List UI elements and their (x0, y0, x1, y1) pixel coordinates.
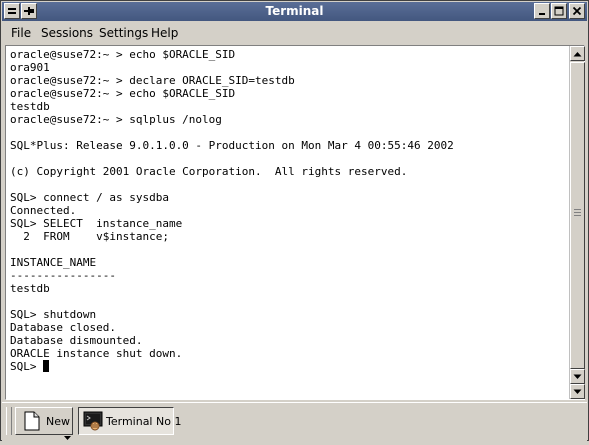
terminal-line: ora901 (10, 61, 50, 74)
scrollbar-thumb[interactable] (570, 62, 585, 369)
terminal-area[interactable]: oracle@suse72:~ > echo $ORACLE_SID ora901… (5, 45, 585, 400)
menu-sessions[interactable]: Sessions (41, 22, 93, 44)
minimize-icon[interactable] (534, 3, 550, 19)
terminal-line: Connected. (10, 204, 77, 217)
terminal-line: (c) Copyright 2001 Oracle Corporation. A… (10, 165, 408, 178)
session-taskbar: New Terminal No 1 (2, 402, 587, 441)
terminal-line: testdb (10, 100, 50, 113)
session-tab-label: Terminal No 1 (106, 415, 182, 428)
terminal-line: 2 FROM v$instance; (10, 230, 169, 243)
terminal-line: Database closed. (10, 321, 116, 334)
terminal-line: SQL> shutdown (10, 308, 97, 321)
maximize-icon[interactable] (551, 3, 567, 19)
terminal-line: oracle@suse72:~ > declare ORACLE_SID=tes… (10, 74, 295, 87)
terminal-line: SQL> (10, 360, 565, 373)
terminal-line: INSTANCE_NAME (10, 256, 97, 269)
terminal-line: oracle@suse72:~ > echo $ORACLE_SID (10, 48, 236, 61)
terminal-line: oracle@suse72:~ > sqlplus /nolog (10, 113, 222, 126)
scroll-down-page-arrow-icon[interactable] (570, 384, 585, 399)
terminal-output[interactable]: oracle@suse72:~ > echo $ORACLE_SID ora901… (10, 48, 565, 396)
terminal-line: Database dismounted. (10, 334, 143, 347)
terminal-line: SQL*Plus: Release 9.0.1.0.0 - Production… (10, 139, 454, 152)
new-session-button[interactable]: New (15, 407, 73, 440)
new-document-icon (23, 411, 41, 435)
terminal-line: SQL> connect / as sysdba (10, 191, 169, 204)
terminal-line: ---------------- (10, 269, 116, 282)
title-bar[interactable]: Terminal (2, 2, 587, 21)
menu-bar: File Sessions Settings Help (2, 22, 587, 44)
taskbar-handle[interactable] (6, 407, 12, 435)
session-tab-terminal-1[interactable]: Terminal No 1 (78, 407, 181, 435)
vertical-scrollbar[interactable] (569, 46, 585, 399)
terminal-window: Terminal File Sessions Settings Help ora… (0, 0, 589, 441)
terminal-line: oracle@suse72:~ > echo $ORACLE_SID (10, 87, 236, 100)
text-cursor (43, 360, 50, 372)
window-title: Terminal (265, 4, 324, 18)
terminal-icon (83, 411, 103, 435)
terminal-line: testdb (10, 282, 50, 295)
terminal-line: SQL> SELECT instance_name (10, 217, 183, 230)
scroll-up-arrow-icon[interactable] (570, 46, 585, 61)
menu-help[interactable]: Help (151, 22, 178, 44)
terminal-line: ORACLE instance shut down. (10, 347, 183, 360)
dropdown-arrow-icon[interactable] (64, 426, 71, 445)
menu-file[interactable]: File (11, 22, 31, 44)
close-icon[interactable] (569, 3, 585, 19)
scroll-down-arrow-icon[interactable] (570, 369, 585, 384)
menu-settings[interactable]: Settings (99, 22, 148, 44)
